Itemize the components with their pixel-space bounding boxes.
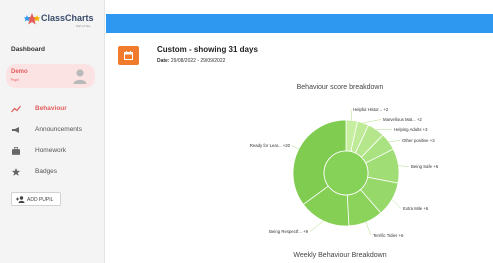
pie-slice[interactable] [345, 119, 359, 153]
date-value: 29/08/2022 - 29/09/2022 [170, 58, 226, 64]
briefcase-icon [12, 147, 20, 155]
slice-leader-line [291, 145, 299, 150]
slice-leader-line [363, 119, 382, 124]
slice-label: Terrific Tidier +6 [373, 233, 404, 238]
pie-slice[interactable] [346, 189, 382, 227]
pie-center [323, 150, 369, 196]
logo-subtext: Part of Tes [76, 24, 91, 28]
slice-leader-line [350, 109, 353, 121]
top-bar [106, 14, 493, 33]
pie-slice[interactable] [360, 134, 394, 164]
date-range-value: Date: 29/08/2022 - 29/09/2022 [157, 58, 225, 64]
slice-label: Ready for Lear... +20 [250, 143, 291, 148]
slice-leader-line [365, 222, 372, 236]
slice-label: Being Respectf... +9 [269, 229, 308, 234]
star-icon [11, 168, 21, 176]
slice-leader-line [388, 140, 401, 142]
sidebar-item-behaviour[interactable]: Behaviour [11, 103, 103, 115]
sidebar-item-label: Badges [35, 168, 58, 175]
slice-label: Extra Mile +6 [403, 206, 429, 211]
pie-slice[interactable] [359, 176, 399, 214]
pie-slice[interactable] [292, 119, 347, 205]
pie-slice[interactable] [350, 120, 370, 154]
megaphone-icon [12, 127, 19, 133]
sidebar-item-badges[interactable]: Badges [11, 166, 103, 178]
date-range-button[interactable] [118, 46, 139, 65]
sidebar: ClassCharts Part of Tes Dashboard Demo P… [0, 0, 105, 263]
pie-slice[interactable] [302, 185, 350, 227]
add-pupil-label: ADD PUPIL [27, 197, 54, 203]
slice-leader-line [309, 220, 324, 232]
sidebar-item-label: Homework [35, 147, 67, 154]
pupil-name: Demo [11, 69, 28, 75]
slice-label: Helpful Histor... +2 [353, 107, 389, 112]
pupil-role: Pupil [11, 78, 19, 82]
sidebar-item-homework[interactable]: Homework [11, 145, 103, 157]
slice-leader-line [391, 199, 402, 209]
logo-icon [24, 13, 40, 25]
logo-text: ClassCharts [41, 13, 94, 23]
dashboard-link[interactable]: Dashboard [11, 46, 45, 53]
pie-slice[interactable] [365, 148, 400, 184]
slice-label: Helping Adults +3 [394, 127, 428, 132]
slice-label: Being Safe +6 [411, 164, 439, 169]
chart-title: Behaviour score breakdown [296, 84, 384, 91]
add-user-icon [16, 196, 25, 203]
classcharts-logo[interactable]: ClassCharts Part of Tes [24, 10, 104, 32]
slice-label: Marvellous Mat... +2 [383, 117, 422, 122]
pupil-card[interactable]: Demo Pupil [6, 64, 95, 88]
sidebar-item-label: Announcements [35, 126, 82, 133]
sidebar-item-announcements[interactable]: Announcements [11, 124, 103, 136]
calendar-icon [124, 51, 133, 60]
date-label: Date: [157, 58, 170, 64]
weekly-breakdown-title: Weekly Behaviour Breakdown [293, 252, 387, 259]
pie-slice[interactable] [354, 124, 384, 158]
chart-line-icon [11, 105, 21, 113]
slice-label: Other positive +3 [402, 138, 435, 143]
date-range-title: Custom - showing 31 days [157, 45, 258, 54]
add-pupil-button[interactable]: ADD PUPIL [11, 192, 61, 206]
sidebar-item-label: Behaviour [35, 105, 67, 112]
slice-leader-line [398, 165, 410, 167]
avatar-icon [73, 69, 87, 84]
